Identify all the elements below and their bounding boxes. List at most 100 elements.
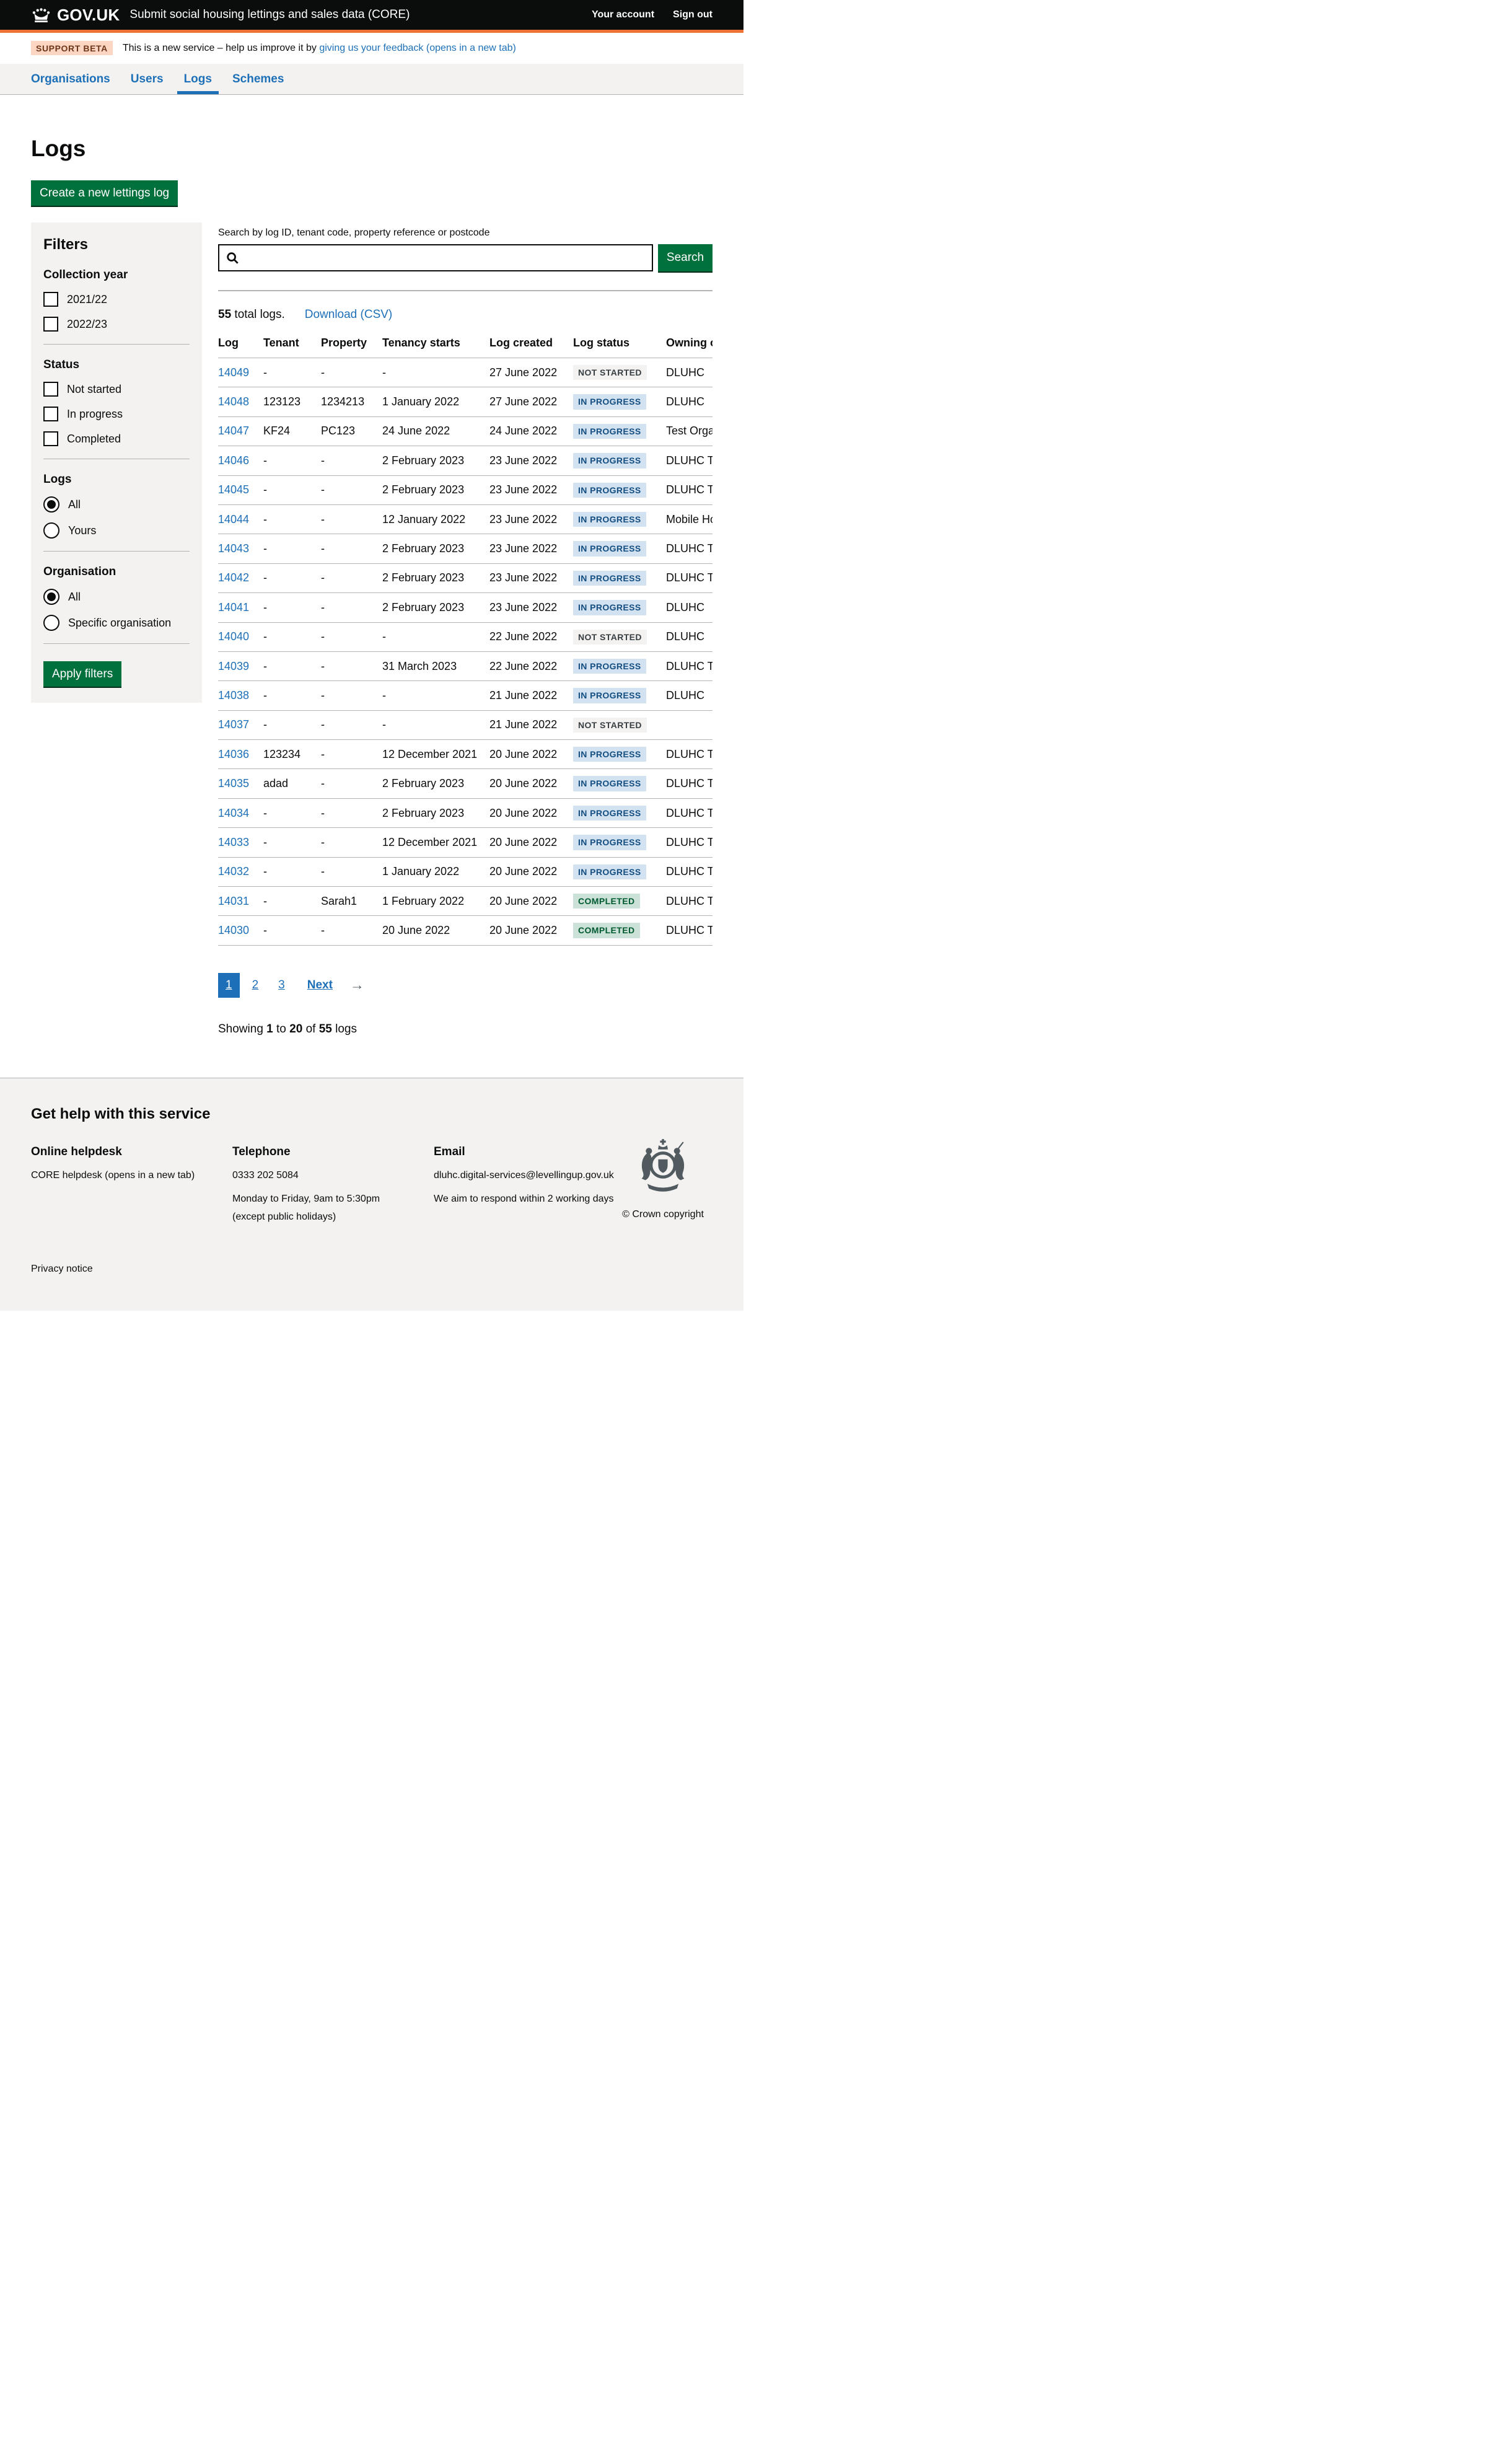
telephone-number: 0333 202 5084 bbox=[232, 1169, 419, 1182]
sign-out-link[interactable]: Sign out bbox=[673, 9, 713, 20]
create-lettings-log-button[interactable]: Create a new lettings log bbox=[31, 180, 178, 206]
log-id-link[interactable]: 14037 bbox=[218, 718, 249, 731]
cell-log-status: In progress bbox=[573, 504, 666, 534]
log-id-link[interactable]: 14032 bbox=[218, 865, 249, 878]
beta-tag: SUPPORT BETA bbox=[31, 41, 113, 55]
cell-log-status: In progress bbox=[573, 740, 666, 769]
log-id-link[interactable]: 14033 bbox=[218, 836, 249, 848]
filter-option-2021-22[interactable]: 2021/22 bbox=[43, 292, 190, 307]
log-id-link[interactable]: 14042 bbox=[218, 571, 249, 584]
log-id-link[interactable]: 14041 bbox=[218, 601, 249, 614]
log-id-link[interactable]: 14031 bbox=[218, 895, 249, 907]
nav-item-schemes[interactable]: Schemes bbox=[232, 64, 284, 94]
radio-organisation-all[interactable] bbox=[43, 589, 59, 605]
filter-option-logs-yours[interactable]: Yours bbox=[43, 522, 190, 539]
cell-log-created: 20 June 2022 bbox=[489, 740, 573, 769]
summary-prefix: Showing bbox=[218, 1023, 266, 1036]
search-button[interactable]: Search bbox=[658, 244, 713, 271]
status-badge: In progress bbox=[573, 776, 646, 791]
log-id-link[interactable]: 14039 bbox=[218, 660, 249, 672]
filter-option-label: All bbox=[68, 591, 81, 604]
privacy-notice-link[interactable]: Privacy notice bbox=[31, 1264, 93, 1275]
pagination-page-2[interactable]: 2 bbox=[245, 973, 266, 998]
cell-log-status: In progress bbox=[573, 416, 666, 446]
your-account-link[interactable]: Your account bbox=[592, 9, 654, 20]
service-name[interactable]: Submit social housing lettings and sales… bbox=[129, 8, 410, 22]
checkbox-2021-22[interactable] bbox=[43, 292, 58, 307]
table-row: 14047 KF24 PC123 24 June 2022 24 June 20… bbox=[218, 416, 713, 446]
cell-tenant: - bbox=[263, 857, 321, 886]
cell-property: - bbox=[321, 475, 382, 504]
cell-tenancy-starts: 12 January 2022 bbox=[382, 504, 489, 534]
search-input[interactable] bbox=[244, 245, 652, 270]
column-header-property: Property bbox=[321, 333, 382, 358]
filter-option-in-progress[interactable]: In progress bbox=[43, 407, 190, 421]
radio-logs-yours[interactable] bbox=[43, 522, 59, 539]
filter-option-specific-organisation[interactable]: Specific organisation bbox=[43, 615, 190, 631]
pagination-next-link[interactable]: Next bbox=[300, 973, 340, 998]
cell-property: - bbox=[321, 358, 382, 387]
summary-of-word: of bbox=[302, 1023, 318, 1036]
filter-option-label: Not started bbox=[67, 383, 121, 396]
log-id-link[interactable]: 14045 bbox=[218, 483, 249, 496]
checkbox-in-progress[interactable] bbox=[43, 407, 58, 421]
filter-option-2022-23[interactable]: 2022/23 bbox=[43, 317, 190, 332]
table-row: 14049 - - - 27 June 2022 Not started DLU… bbox=[218, 358, 713, 387]
column-header-log-status: Log status bbox=[573, 333, 666, 358]
govuk-logo[interactable]: GOV.UK bbox=[31, 6, 120, 25]
table-row: 14048 123123 1234213 1 January 2022 27 J… bbox=[218, 387, 713, 416]
royal-coat-of-arms bbox=[637, 1138, 689, 1202]
filter-group-organisation: Organisation All Specific organisation bbox=[43, 565, 190, 631]
cell-owning-organisation: DLUHC Test bbox=[666, 740, 713, 769]
log-id-link[interactable]: 14035 bbox=[218, 777, 249, 790]
log-id-link[interactable]: 14036 bbox=[218, 748, 249, 760]
core-helpdesk-link[interactable]: CORE helpdesk (opens in a new tab) bbox=[31, 1170, 195, 1181]
filter-option-label: All bbox=[68, 498, 81, 511]
cell-property: PC123 bbox=[321, 416, 382, 446]
filter-option-logs-all[interactable]: All bbox=[43, 496, 190, 513]
column-header-tenant: Tenant bbox=[263, 333, 321, 358]
results-summary: Showing 1 to 20 of 55 logs bbox=[218, 1023, 713, 1036]
table-row: 14045 - - 2 February 2023 23 June 2022 I… bbox=[218, 475, 713, 504]
filter-option-not-started[interactable]: Not started bbox=[43, 382, 190, 397]
nav-item-organisations[interactable]: Organisations bbox=[31, 64, 110, 94]
log-id-link[interactable]: 14040 bbox=[218, 630, 249, 643]
checkbox-completed[interactable] bbox=[43, 431, 58, 446]
cell-log-created: 20 June 2022 bbox=[489, 769, 573, 798]
nav-item-users[interactable]: Users bbox=[131, 64, 164, 94]
crown-copyright-link[interactable]: © Crown copyright bbox=[622, 1209, 704, 1220]
checkbox-not-started[interactable] bbox=[43, 382, 58, 397]
checkbox-2022-23[interactable] bbox=[43, 317, 58, 332]
cell-tenancy-starts: 1 February 2022 bbox=[382, 887, 489, 916]
nav-item-logs[interactable]: Logs bbox=[184, 64, 212, 94]
log-id-link[interactable]: 14049 bbox=[218, 366, 249, 379]
pagination-page-3[interactable]: 3 bbox=[271, 973, 292, 998]
log-id-link[interactable]: 14044 bbox=[218, 513, 249, 526]
status-badge: In progress bbox=[573, 747, 646, 762]
cell-log-status: In progress bbox=[573, 593, 666, 622]
filter-option-completed[interactable]: Completed bbox=[43, 431, 190, 446]
total-logs-count: 55 bbox=[218, 308, 231, 321]
log-id-link[interactable]: 14048 bbox=[218, 395, 249, 408]
log-id-link[interactable]: 14034 bbox=[218, 807, 249, 819]
log-id-link[interactable]: 14047 bbox=[218, 425, 249, 437]
radio-logs-all[interactable] bbox=[43, 496, 59, 513]
radio-specific-organisation[interactable] bbox=[43, 615, 59, 631]
apply-filters-button[interactable]: Apply filters bbox=[43, 661, 121, 687]
filter-option-organisation-all[interactable]: All bbox=[43, 589, 190, 605]
download-csv-link[interactable]: Download (CSV) bbox=[305, 308, 393, 322]
cell-tenancy-starts: - bbox=[382, 358, 489, 387]
cell-property: - bbox=[321, 857, 382, 886]
log-id-link[interactable]: 14046 bbox=[218, 454, 249, 467]
log-id-link[interactable]: 14038 bbox=[218, 689, 249, 702]
pagination-page-1-current[interactable]: 1 bbox=[218, 973, 240, 998]
cell-tenant: - bbox=[263, 446, 321, 475]
log-id-link[interactable]: 14043 bbox=[218, 542, 249, 555]
cell-log-created: 20 June 2022 bbox=[489, 857, 573, 886]
cell-tenant: - bbox=[263, 504, 321, 534]
email-link[interactable]: dluhc.digital-services@levellingup.gov.u… bbox=[434, 1170, 614, 1181]
filters-title: Filters bbox=[43, 236, 190, 253]
feedback-link[interactable]: giving us your feedback (opens in a new … bbox=[319, 43, 516, 53]
log-id-link[interactable]: 14030 bbox=[218, 924, 249, 936]
cell-tenant: - bbox=[263, 534, 321, 563]
